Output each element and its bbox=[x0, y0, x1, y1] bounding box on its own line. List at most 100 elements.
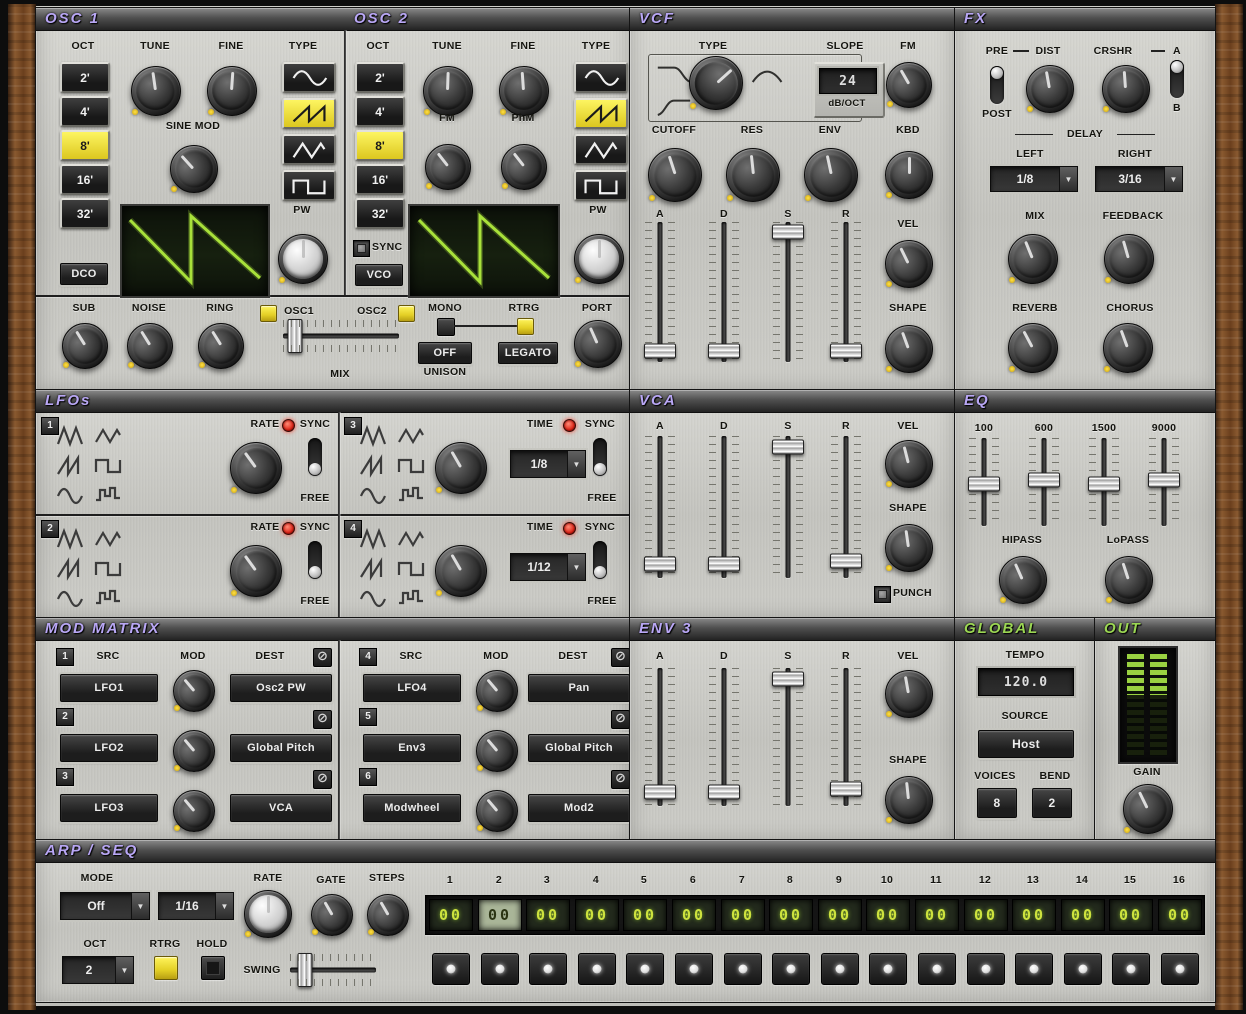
zigzag-wave-icon[interactable] bbox=[357, 527, 389, 551]
step-button[interactable] bbox=[626, 953, 664, 985]
step-display[interactable]: 00 bbox=[623, 899, 667, 931]
vca-sustain-slider[interactable] bbox=[773, 436, 803, 578]
osc1-triangle-wave-button[interactable] bbox=[282, 134, 336, 165]
step-display[interactable]: 00 bbox=[1012, 899, 1056, 931]
sample-hold-wave-icon[interactable] bbox=[92, 484, 124, 508]
osc2-oct-2[interactable]: 2' bbox=[355, 62, 405, 93]
step-button[interactable] bbox=[869, 953, 907, 985]
legato-button[interactable]: LEGATO bbox=[498, 342, 558, 364]
zigzag-wave-icon[interactable] bbox=[357, 424, 389, 448]
lfo2-rate-knob[interactable] bbox=[230, 545, 282, 597]
kbd-knob[interactable] bbox=[885, 151, 933, 199]
osc2-pulse-wave-button[interactable] bbox=[574, 170, 628, 201]
slot6-source-button[interactable]: Modwheel bbox=[363, 794, 461, 822]
vca-shape-knob[interactable] bbox=[885, 524, 933, 572]
slot2-source-button[interactable]: LFO2 bbox=[60, 734, 158, 762]
slot4-amount-knob[interactable] bbox=[476, 670, 518, 712]
osc1-enable-button[interactable] bbox=[260, 305, 277, 322]
env3-release-slider[interactable] bbox=[831, 668, 861, 806]
env3-sustain-slider[interactable] bbox=[773, 668, 803, 806]
arp-mode-select[interactable]: Off▼ bbox=[60, 892, 150, 920]
vcf-sustain-slider[interactable] bbox=[773, 222, 803, 362]
osc2-oct-16[interactable]: 16' bbox=[355, 164, 405, 195]
vca-decay-slider[interactable] bbox=[709, 436, 739, 578]
vca-attack-slider[interactable] bbox=[645, 436, 675, 578]
osc1-saw-wave-button[interactable] bbox=[282, 98, 336, 129]
osc2-oct-32[interactable]: 32' bbox=[355, 198, 405, 229]
osc2-saw-wave-button[interactable] bbox=[574, 98, 628, 129]
vcf-fm-knob[interactable] bbox=[886, 62, 932, 108]
slot4-dest-button[interactable]: Pan bbox=[528, 674, 630, 702]
slot3-dest-button[interactable]: VCA bbox=[230, 794, 332, 822]
mono-mode-button[interactable] bbox=[437, 318, 455, 336]
voices-value-button[interactable]: 8 bbox=[977, 788, 1017, 818]
slot5-source-button[interactable]: Env3 bbox=[363, 734, 461, 762]
noise-knob[interactable] bbox=[127, 323, 173, 369]
sine-wave-icon[interactable] bbox=[357, 587, 389, 611]
vcf-release-slider[interactable] bbox=[831, 222, 861, 362]
lfo4-rate-knob[interactable] bbox=[435, 545, 487, 597]
step-button[interactable] bbox=[967, 953, 1005, 985]
osc2-vco-button[interactable]: VCO bbox=[355, 264, 403, 286]
res-knob[interactable] bbox=[726, 148, 780, 202]
slot1-bypass-button[interactable]: ⊘ bbox=[313, 648, 332, 667]
step-button[interactable] bbox=[1161, 953, 1199, 985]
clock-source-button[interactable]: Host bbox=[978, 730, 1074, 758]
step-display[interactable]: 00 bbox=[672, 899, 716, 931]
arp-rate-select[interactable]: 1/16▼ bbox=[158, 892, 234, 920]
step-display[interactable]: 00 bbox=[1109, 899, 1153, 931]
vcf-shape-knob[interactable] bbox=[885, 325, 933, 373]
chevron-down-icon[interactable]: ▼ bbox=[1059, 167, 1077, 191]
arp-steps-knob[interactable] bbox=[367, 894, 409, 936]
filter-type-knob[interactable] bbox=[689, 56, 743, 110]
step-display[interactable]: 00 bbox=[769, 899, 813, 931]
sample-hold-wave-icon[interactable] bbox=[395, 484, 427, 508]
eq-band-600-slider[interactable] bbox=[1029, 438, 1059, 526]
lfo3-rate-knob[interactable] bbox=[435, 442, 487, 494]
step-display[interactable]: 00 bbox=[915, 899, 959, 931]
tempo-display[interactable]: 120.0 bbox=[978, 668, 1074, 696]
lfo4-time-select[interactable]: 1/12▼ bbox=[510, 553, 586, 581]
triangle-wave-icon[interactable] bbox=[395, 527, 427, 551]
chorus-knob[interactable] bbox=[1103, 323, 1153, 373]
step-display[interactable]: 00 bbox=[721, 899, 765, 931]
sine-wave-icon[interactable] bbox=[357, 484, 389, 508]
slot1-dest-button[interactable]: Osc2 PW bbox=[230, 674, 332, 702]
slot1-amount-knob[interactable] bbox=[173, 670, 215, 712]
gain-knob[interactable] bbox=[1123, 784, 1173, 834]
osc2-fm-knob[interactable] bbox=[425, 144, 471, 190]
slot3-bypass-button[interactable]: ⊘ bbox=[313, 770, 332, 789]
unison-off-button[interactable]: OFF bbox=[418, 342, 472, 364]
osc1-oct-32[interactable]: 32' bbox=[60, 198, 110, 229]
vcf-vel-knob[interactable] bbox=[885, 240, 933, 288]
arp-hold-button[interactable] bbox=[201, 956, 225, 980]
saw-wave-icon[interactable] bbox=[357, 454, 389, 478]
step-button[interactable] bbox=[481, 953, 519, 985]
osc-mix-slider[interactable] bbox=[283, 320, 399, 352]
slot2-amount-knob[interactable] bbox=[173, 730, 215, 772]
osc1-sine-mod-knob[interactable] bbox=[170, 145, 218, 193]
slot6-amount-knob[interactable] bbox=[476, 790, 518, 832]
triangle-wave-icon[interactable] bbox=[92, 527, 124, 551]
osc1-tune-knob[interactable] bbox=[131, 66, 181, 116]
triangle-wave-icon[interactable] bbox=[92, 424, 124, 448]
osc1-oct-4[interactable]: 4' bbox=[60, 96, 110, 127]
osc2-oct-8[interactable]: 8' bbox=[355, 130, 405, 161]
slot3-source-button[interactable]: LFO3 bbox=[60, 794, 158, 822]
osc2-phm-knob[interactable] bbox=[501, 144, 547, 190]
sine-wave-icon[interactable] bbox=[54, 587, 86, 611]
osc1-fine-knob[interactable] bbox=[207, 66, 257, 116]
swing-slider[interactable] bbox=[290, 954, 376, 986]
osc1-pulse-wave-button[interactable] bbox=[282, 170, 336, 201]
cutoff-knob[interactable] bbox=[648, 148, 702, 202]
step-button[interactable] bbox=[1064, 953, 1102, 985]
slot6-bypass-button[interactable]: ⊘ bbox=[611, 770, 630, 789]
osc1-oct-2[interactable]: 2' bbox=[60, 62, 110, 93]
arp-rate-knob[interactable] bbox=[244, 890, 292, 938]
vca-vel-knob[interactable] bbox=[885, 440, 933, 488]
feedback-knob[interactable] bbox=[1104, 234, 1154, 284]
vca-release-slider[interactable] bbox=[831, 436, 861, 578]
bend-value-button[interactable]: 2 bbox=[1032, 788, 1072, 818]
slot4-bypass-button[interactable]: ⊘ bbox=[611, 648, 630, 667]
chevron-down-icon[interactable]: ▼ bbox=[1164, 167, 1182, 191]
